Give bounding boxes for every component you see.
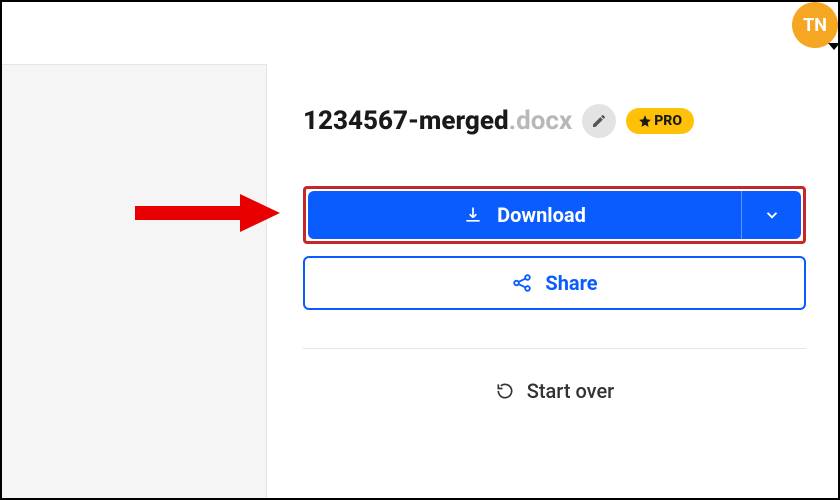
download-highlight-box: Download [303,186,806,244]
share-button[interactable]: Share [303,256,806,310]
download-button[interactable]: Download [308,191,741,239]
pro-badge: PRO [626,108,694,134]
star-icon [638,114,652,128]
download-label: Download [497,203,586,227]
download-split-button: Download [308,191,801,239]
pro-badge-text: PRO [654,113,682,129]
caret-down-icon [828,43,840,50]
download-options-button[interactable] [741,191,801,239]
filename-row: 1234567-merged.docx PRO [303,104,806,138]
start-over-button[interactable]: Start over [303,379,806,403]
download-icon [463,205,483,225]
file-name: 1234567-merged [303,106,509,136]
file-extension: .docx [509,106,573,136]
avatar-container[interactable]: TN [792,2,838,48]
avatar[interactable]: TN [792,2,838,48]
divider [303,348,806,349]
restart-icon [495,381,515,401]
share-icon [511,272,533,294]
avatar-initials: TN [803,15,827,36]
share-label: Share [545,271,597,295]
sidebar [2,64,267,498]
page-layout: 1234567-merged.docx PRO Download [2,2,838,498]
main-content: 1234567-merged.docx PRO Download [267,64,838,498]
chevron-down-icon [763,206,781,224]
pencil-icon [591,113,607,129]
start-over-label: Start over [527,379,615,403]
edit-filename-button[interactable] [582,104,616,138]
filename-text: 1234567-merged.docx [303,106,572,136]
